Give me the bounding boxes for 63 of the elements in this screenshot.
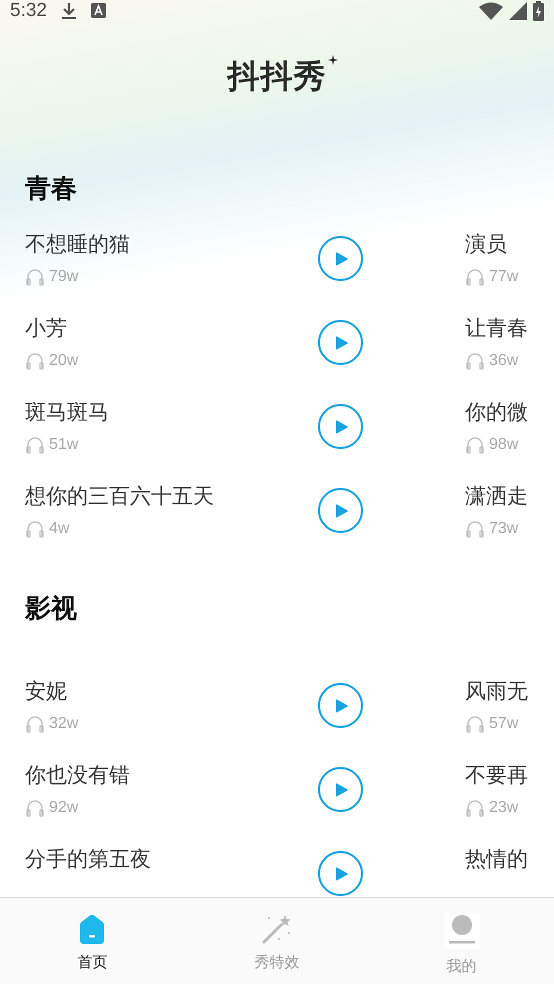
headphones-icon xyxy=(465,352,485,370)
song-title[interactable]: 想你的三百六十五天 xyxy=(25,483,214,509)
song-title[interactable]: 分手的第五夜 xyxy=(25,846,151,872)
play-button[interactable] xyxy=(318,236,363,281)
play-button[interactable] xyxy=(318,320,363,365)
play-icon xyxy=(335,698,349,714)
song-title[interactable]: 演员 xyxy=(465,231,507,257)
play-count: 73w xyxy=(489,520,518,538)
play-count: 4w xyxy=(49,520,70,538)
headphones-icon xyxy=(465,436,485,454)
play-count: 20w xyxy=(49,352,78,370)
headphones-icon xyxy=(25,715,45,733)
play-icon xyxy=(335,334,349,350)
nav-tab[interactable]: 首页 xyxy=(0,898,185,984)
play-count: 57w xyxy=(489,715,518,733)
song-title[interactable]: 安妮 xyxy=(25,678,67,704)
song-title[interactable]: 斑马斑马 xyxy=(25,399,109,425)
play-button[interactable] xyxy=(318,488,363,533)
play-button[interactable] xyxy=(318,767,363,812)
status-time: 5:32 xyxy=(10,0,47,22)
headphones-icon xyxy=(465,268,485,286)
song-title[interactable]: 潇洒走 xyxy=(465,483,528,509)
headphones-icon xyxy=(465,799,485,817)
magic-wand-icon xyxy=(261,913,293,945)
headphones-icon xyxy=(465,715,485,733)
play-count: 98w xyxy=(489,436,518,454)
song-title[interactable]: 不要再 xyxy=(465,762,528,788)
battery-icon xyxy=(533,1,544,21)
download-icon xyxy=(60,2,77,20)
text-icon xyxy=(90,3,107,19)
headphones-icon xyxy=(25,799,45,817)
play-count: 36w xyxy=(489,352,518,370)
play-count: 92w xyxy=(49,799,78,817)
app-title: 抖抖秀 xyxy=(228,56,326,97)
play-count: 23w xyxy=(489,799,518,817)
play-count: 79w xyxy=(49,268,78,286)
song-title[interactable]: 风雨无 xyxy=(465,678,528,704)
play-count: 51w xyxy=(49,436,78,454)
play-button[interactable] xyxy=(318,683,363,728)
play-icon xyxy=(335,502,349,518)
sparkle-icon xyxy=(328,55,338,65)
song-title[interactable]: 你的微 xyxy=(465,399,528,425)
song-title[interactable]: 小芳 xyxy=(25,315,67,341)
play-icon xyxy=(335,418,349,434)
song-title[interactable]: 让青春 xyxy=(465,315,528,341)
play-count: 32w xyxy=(49,715,78,733)
play-icon xyxy=(335,250,349,266)
song-title[interactable]: 热情的 xyxy=(465,846,528,872)
wifi-icon xyxy=(479,2,503,20)
play-icon xyxy=(335,782,349,798)
headphones-icon xyxy=(25,268,45,286)
song-title[interactable]: 不想睡的猫 xyxy=(25,231,130,257)
song-title[interactable]: 你也没有错 xyxy=(25,762,130,788)
section-title: 影视 xyxy=(25,594,78,624)
headphones-icon xyxy=(465,520,485,538)
play-button[interactable] xyxy=(318,404,363,449)
play-icon xyxy=(335,866,349,882)
play-count: 77w xyxy=(489,268,518,286)
section-title: 青春 xyxy=(25,174,78,204)
headphones-icon xyxy=(25,352,45,370)
headphones-icon xyxy=(25,436,45,454)
signal-icon xyxy=(509,2,527,20)
headphones-icon xyxy=(25,520,45,538)
